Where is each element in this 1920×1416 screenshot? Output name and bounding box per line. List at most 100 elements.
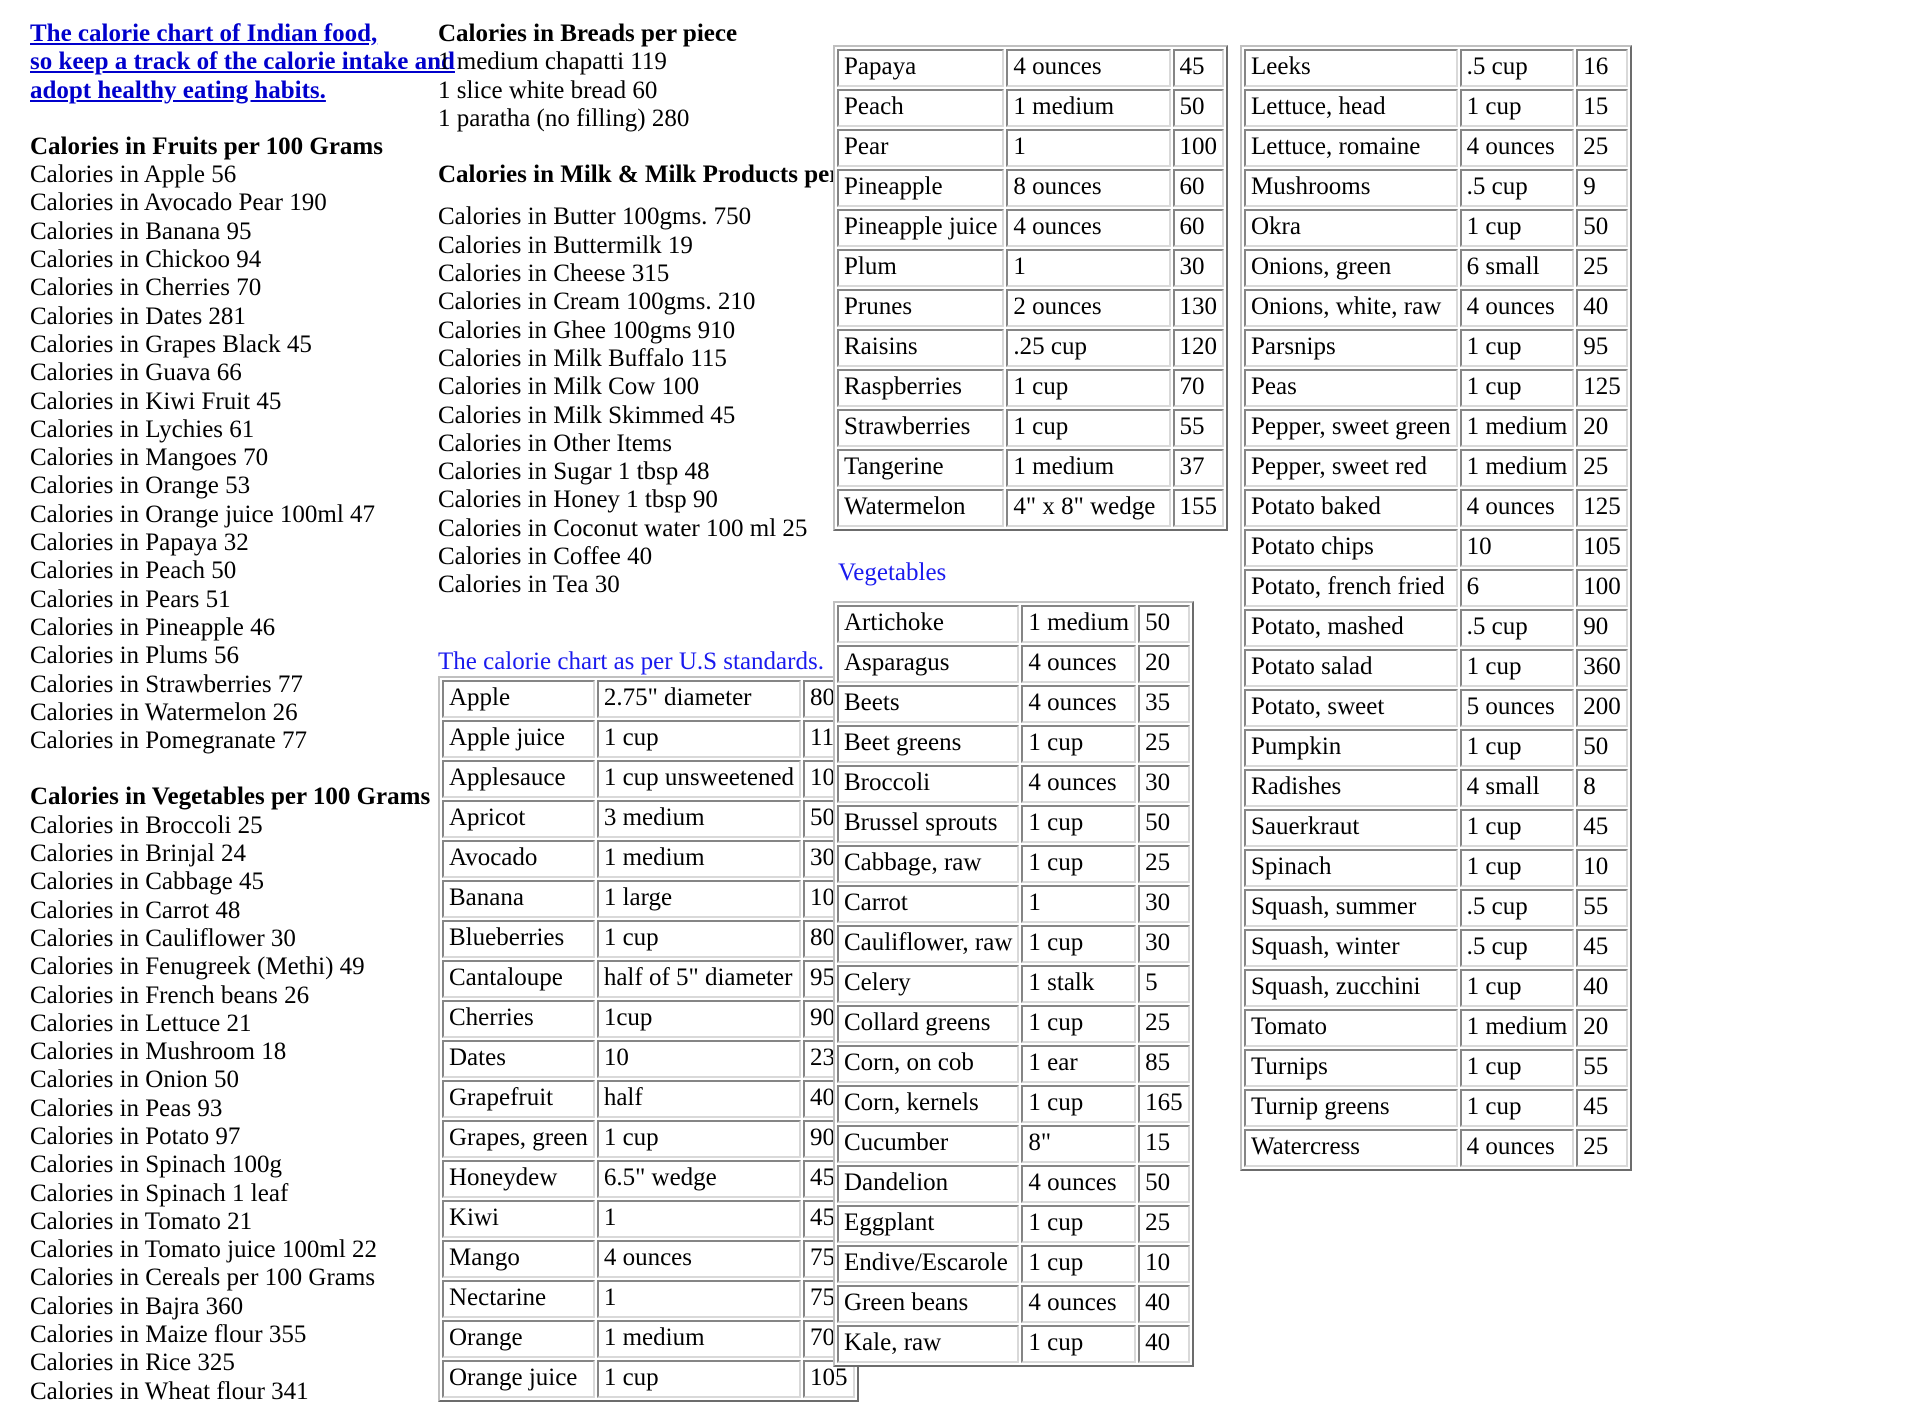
- serving-size-cell: 4 ounces: [1021, 1285, 1137, 1324]
- table-row: Asparagus 4 ounces 20: [837, 645, 1190, 684]
- food-name-cell: Papaya: [837, 49, 1005, 87]
- table-row: Spinach 1 cup 10: [1244, 849, 1628, 887]
- table-row: Potato, french fried 6 100: [1244, 569, 1628, 607]
- food-name-cell: Turnips: [1244, 1049, 1458, 1087]
- serving-size-cell: 1 cup unsweetened: [596, 759, 802, 798]
- serving-size-cell: 4 ounces: [596, 1239, 802, 1278]
- fruit-calorie-line: Calories in Strawberries 77: [30, 670, 303, 698]
- food-name-cell: Pumpkin: [1244, 729, 1458, 767]
- table-row: Collard greens 1 cup 25: [837, 1005, 1190, 1044]
- vegetable-calorie-line: Calories in Tomato juice 100ml 22: [30, 1236, 378, 1264]
- milk-calorie-line: Calories in Cream 100gms. 210: [438, 288, 756, 316]
- food-name-cell: Potato, mashed: [1244, 609, 1458, 647]
- fruit-calorie-line: Calories in Guava 66: [30, 359, 242, 387]
- table-row: Okra 1 cup 50: [1244, 209, 1628, 247]
- calories-cell: 30: [1138, 925, 1190, 964]
- milk-calorie-line: Calories in Coffee 40: [438, 543, 653, 571]
- food-name-cell: Mango: [442, 1239, 595, 1278]
- calories-cell: 30: [1172, 249, 1224, 287]
- serving-size-cell: 1 cup: [1021, 845, 1137, 884]
- column-one: The calorie chart of Indian food, so kee…: [30, 20, 455, 1406]
- food-name-cell: Raspberries: [837, 369, 1005, 407]
- calories-cell: 45: [1576, 809, 1628, 847]
- fruit-calorie-line: Calories in Pomegranate 77: [30, 727, 308, 755]
- table-row: Carrot 1 30: [837, 885, 1190, 924]
- table-row: Turnips 1 cup 55: [1244, 1049, 1628, 1087]
- serving-size-cell: 1 cup: [1459, 329, 1575, 367]
- food-name-cell: Leeks: [1244, 49, 1458, 87]
- calories-cell: 20: [1138, 645, 1190, 684]
- table-row: Cantaloupe half of 5" diameter 95: [442, 959, 855, 998]
- vegetables-per-100g-list: Calories in Broccoli 25 Calories in Brinj…: [30, 812, 430, 1406]
- serving-size-cell: 1 cup: [1459, 809, 1575, 847]
- calories-cell: 125: [1576, 489, 1628, 527]
- table-row: Pepper, sweet green 1 medium 20: [1244, 409, 1628, 447]
- vegetable-calorie-line: Calories in Rice 325: [30, 1349, 235, 1377]
- milk-calorie-line: Calories in Sugar 1 tbsp 48: [438, 458, 710, 486]
- food-name-cell: Grapefruit: [442, 1079, 595, 1118]
- table-row: Potato chips 10 105: [1244, 529, 1628, 567]
- serving-size-cell: 4 ounces: [1006, 209, 1171, 247]
- table-row: Banana 1 large 105: [442, 879, 855, 918]
- calories-cell: 45: [1576, 929, 1628, 967]
- food-name-cell: Orange: [442, 1319, 595, 1358]
- calories-cell: 55: [1576, 1049, 1628, 1087]
- table-row: Corn, on cob 1 ear 85: [837, 1045, 1190, 1084]
- serving-size-cell: 4 ounces: [1021, 685, 1137, 724]
- serving-size-cell: 4 ounces: [1021, 765, 1137, 804]
- table-row: Honeydew 6.5" wedge 45: [442, 1159, 855, 1198]
- calories-cell: 30: [1138, 765, 1190, 804]
- calories-cell: 100: [1576, 569, 1628, 607]
- serving-size-cell: .5 cup: [1459, 49, 1575, 87]
- table-row: Pear 1 100: [837, 129, 1224, 167]
- serving-size-cell: 8": [1021, 1125, 1137, 1164]
- milk-calorie-line: Calories in Honey 1 tbsp 90: [438, 486, 718, 514]
- food-name-cell: Grapes, green: [442, 1119, 595, 1158]
- fruit-calorie-line: Calories in Kiwi Fruit 45: [30, 387, 282, 415]
- table-row: Potato, sweet 5 ounces 200: [1244, 689, 1628, 727]
- table-row: Peas 1 cup 125: [1244, 369, 1628, 407]
- food-name-cell: Beets: [837, 685, 1020, 724]
- table-row: Orange 1 medium 70: [442, 1319, 855, 1358]
- food-name-cell: Cherries: [442, 999, 595, 1038]
- serving-size-cell: 6: [1459, 569, 1575, 607]
- food-name-cell: Banana: [442, 879, 595, 918]
- calories-cell: 155: [1172, 489, 1224, 527]
- calories-cell: 200: [1576, 689, 1628, 727]
- table-row: Squash, summer .5 cup 55: [1244, 889, 1628, 927]
- milk-calorie-line: Calories in Milk Cow 100: [438, 373, 700, 401]
- table-row: Papaya 4 ounces 45: [837, 49, 1224, 87]
- calories-cell: 50: [1138, 605, 1190, 644]
- food-name-cell: Avocado: [442, 839, 595, 878]
- bread-calorie-line: 1 paratha (no filling) 280: [438, 104, 690, 132]
- food-name-cell: Beet greens: [837, 725, 1020, 764]
- calorie-chart-document: The calorie chart of Indian food, so kee…: [0, 0, 1920, 1416]
- vegetable-calorie-line: Calories in Cauliflower 30: [30, 924, 296, 952]
- food-name-cell: Turnip greens: [1244, 1089, 1458, 1127]
- calories-cell: 45: [1172, 49, 1224, 87]
- vegetable-calorie-line: Calories in Maize flour 355: [30, 1321, 307, 1349]
- table-row: Lettuce, romaine 4 ounces 25: [1244, 129, 1628, 167]
- table-row: Onions, green 6 small 25: [1244, 249, 1628, 287]
- serving-size-cell: 1 medium: [1021, 605, 1137, 644]
- table-row: Dandelion 4 ounces 50: [837, 1165, 1190, 1204]
- table-row: Radishes 4 small 8: [1244, 769, 1628, 807]
- calories-cell: 16: [1576, 49, 1628, 87]
- serving-size-cell: 1 cup: [596, 719, 802, 758]
- calories-cell: 60: [1172, 209, 1224, 247]
- milk-calorie-line: Calories in Coconut water 100 ml 25: [438, 514, 808, 542]
- table-row: Turnip greens 1 cup 45: [1244, 1089, 1628, 1127]
- fruit-calorie-line: Calories in Orange juice 100ml 47: [30, 500, 376, 528]
- serving-size-cell: 1 cup: [1459, 649, 1575, 687]
- calories-cell: 40: [1138, 1285, 1190, 1324]
- calories-cell: 5: [1138, 965, 1190, 1004]
- calories-cell: 120: [1172, 329, 1224, 367]
- serving-size-cell: 1 cup: [1459, 849, 1575, 887]
- serving-size-cell: 1 cup: [1021, 725, 1137, 764]
- table-row: Beets 4 ounces 35: [837, 685, 1190, 724]
- food-name-cell: Corn, on cob: [837, 1045, 1020, 1084]
- fruit-calorie-line: Calories in Orange 53: [30, 472, 251, 500]
- serving-size-cell: 1 medium: [1006, 449, 1171, 487]
